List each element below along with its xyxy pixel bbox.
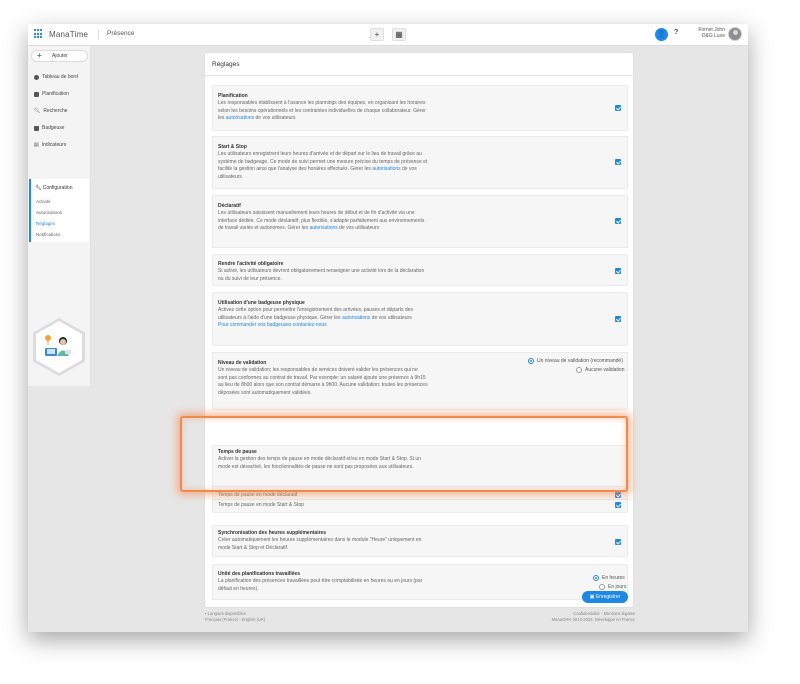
radio-unselected xyxy=(599,584,605,590)
config-sub-autorisations[interactable]: Autorisations xyxy=(36,210,62,215)
break-declaratif-checkbox[interactable] xyxy=(615,492,621,498)
calendar-quick-button[interactable]: ▦ xyxy=(392,28,406,41)
module-title: Présence xyxy=(98,30,134,40)
setting-card-planification: Planification Les responsables établisse… xyxy=(212,85,628,131)
setting-description: Activez cette option pour permettre l'en… xyxy=(218,307,413,328)
illustration-badge xyxy=(33,318,85,376)
radio-selected xyxy=(528,358,534,364)
order-badges-link[interactable]: Pour commander vos badgeuses contactez-n… xyxy=(218,322,327,328)
wrench-icon: 🔧︎ xyxy=(35,185,43,191)
page-title: Réglages xyxy=(212,61,240,68)
footer-legal: Confidentialité · Mentions légales ManaG… xyxy=(508,611,635,623)
footer-languages: ▪ Langues disponibles Français (France) … xyxy=(205,611,266,623)
permissions-link[interactable]: autorisations xyxy=(309,225,337,231)
setting-card-overtime-sync: Synchronisation des heures supplémentair… xyxy=(212,525,628,557)
unit-option-days[interactable]: En jours xyxy=(599,584,626,590)
app-name: ManaTime xyxy=(49,29,89,39)
mandatory-activity-checkbox[interactable] xyxy=(615,268,621,274)
user-icon[interactable]: 👤 xyxy=(655,28,668,41)
plus-icon: + xyxy=(37,51,42,60)
badge-icon xyxy=(34,125,39,131)
config-section: 🔧︎ Configuration Activité Autorisations … xyxy=(29,179,89,242)
chart-icon: ▤ xyxy=(34,141,39,148)
setting-description: Les responsables établissent à l'avance … xyxy=(218,100,426,121)
start-stop-checkbox[interactable] xyxy=(615,159,621,165)
validation-option-none[interactable]: Aucune validation xyxy=(576,367,624,373)
config-sub-activite[interactable]: Activité xyxy=(36,199,51,204)
add-button[interactable]: + Ajouter xyxy=(31,50,88,62)
language-links[interactable]: Français (France) · English (UK) xyxy=(205,617,265,623)
user-company: D&G Luxe xyxy=(701,33,725,39)
top-bar: ManaTime Présence + ▦ 👤 ? Fornet John D&… xyxy=(28,24,748,46)
save-button[interactable]: ▣ Enregistrer xyxy=(582,591,628,603)
validation-option-one-level[interactable]: Un niveau de validation (recommandé) xyxy=(528,358,623,364)
setting-card-planning-unit: Unité des planifications travaillées La … xyxy=(212,564,628,600)
permissions-link[interactable]: autorisations xyxy=(226,115,254,121)
declaratif-checkbox[interactable] xyxy=(615,218,621,224)
apps-grid-icon xyxy=(34,29,44,39)
radio-selected xyxy=(593,575,599,581)
sidebar-item-planification[interactable]: Planification xyxy=(34,91,69,97)
sidebar-item-indicateurs[interactable]: ▤ Indicateurs xyxy=(34,142,66,148)
avatar[interactable] xyxy=(728,27,742,41)
setting-description: Les utilisateurs saisissent manuellement… xyxy=(218,210,425,231)
sidebar-item-dashboard[interactable]: Tableau de bord xyxy=(34,74,78,80)
planification-checkbox[interactable] xyxy=(615,105,621,111)
sidebar-item-configuration[interactable]: 🔧︎ Configuration xyxy=(35,185,73,191)
setting-card-physical-badge: Utilisation d'une badgeuse physique Acti… xyxy=(212,292,628,346)
unit-option-hours[interactable]: En heures xyxy=(593,575,625,581)
app-window: ManaTime Présence + ▦ 👤 ? Fornet John D&… xyxy=(28,24,748,632)
permissions-link[interactable]: autorisations xyxy=(372,166,400,172)
sidebar-item-badgeuse[interactable]: Badgeuse xyxy=(34,125,65,131)
help-icon[interactable]: ? xyxy=(674,29,678,36)
sidebar-item-recherche[interactable]: 🔍︎ Recherche xyxy=(34,108,68,114)
setting-card-break-time: Temps de pause Activer la gestion des te… xyxy=(212,445,629,513)
search-icon: 🔍︎ xyxy=(34,107,41,114)
overtime-sync-checkbox[interactable] xyxy=(615,539,621,545)
app-logo[interactable]: ManaTime xyxy=(34,29,88,39)
physical-badge-checkbox[interactable] xyxy=(615,316,621,322)
settings-panel: Réglages Planification Les responsables … xyxy=(204,52,635,608)
user-info[interactable]: Fornet John D&G Luxe xyxy=(685,27,725,39)
setting-description: Les utilisateurs enregistrent leurs heur… xyxy=(218,151,428,180)
permissions-link[interactable]: autorisations xyxy=(342,315,370,321)
setting-card-declaratif: Déclaratif Les utilisateurs saisissent m… xyxy=(212,195,628,248)
radio-unselected xyxy=(576,367,582,373)
setting-card-mandatory-activity: Rendre l'activité obligatoire Si activé,… xyxy=(212,254,628,286)
calendar-icon xyxy=(34,91,39,97)
add-quick-button[interactable]: + xyxy=(370,28,384,41)
config-sub-reglages[interactable]: Réglages xyxy=(36,221,55,226)
person-laptop-illustration xyxy=(45,335,71,356)
setting-card-validation-level: Niveau de validation Un niveau de valida… xyxy=(212,352,628,410)
config-sub-notifications[interactable]: Notifications xyxy=(36,232,61,237)
sidebar: + Ajouter Tableau de bord Planification … xyxy=(28,46,91,386)
break-start-stop-checkbox[interactable] xyxy=(615,502,621,508)
setting-card-start-stop: Start & Stop Les utilisateurs enregistre… xyxy=(212,136,628,189)
dashboard-icon xyxy=(34,74,39,80)
